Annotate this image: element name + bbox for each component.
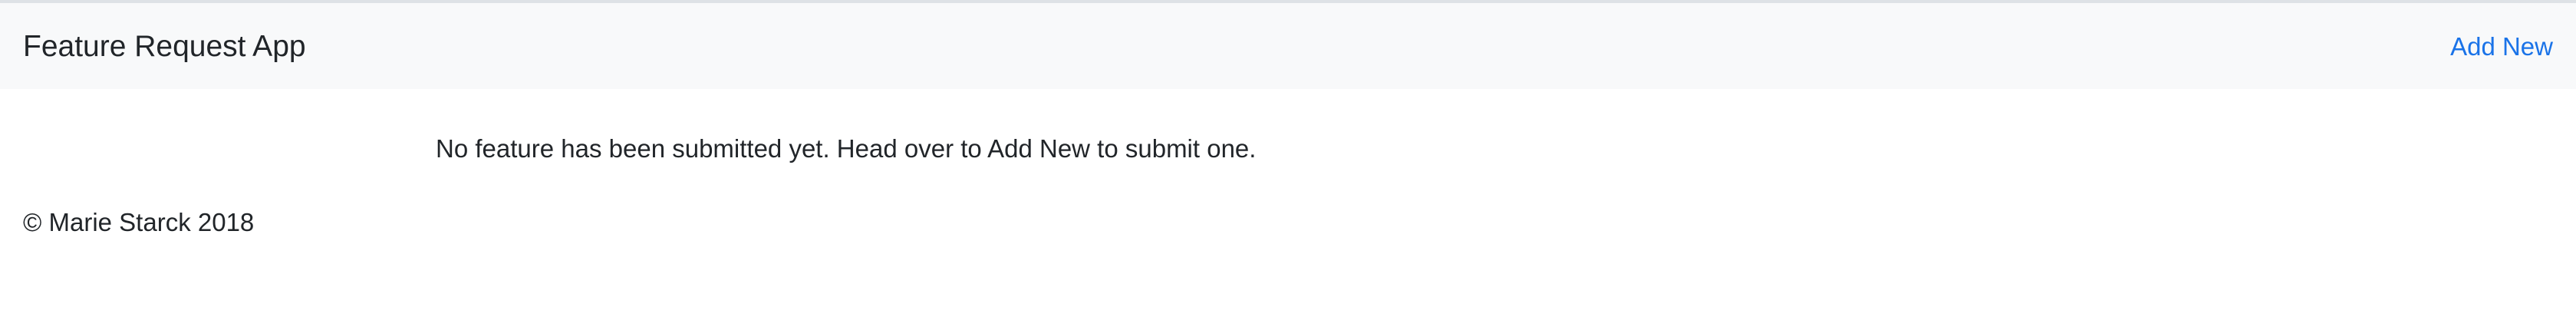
empty-state-message: No feature has been submitted yet. Head … — [436, 134, 1257, 163]
page: Feature Request App Add New No feature h… — [0, 0, 2576, 330]
add-new-link[interactable]: Add New — [2450, 34, 2553, 59]
footer-copyright: © Marie Starck 2018 — [23, 208, 255, 236]
navbar: Feature Request App Add New — [0, 3, 2576, 89]
app-brand[interactable]: Feature Request App — [23, 31, 306, 61]
